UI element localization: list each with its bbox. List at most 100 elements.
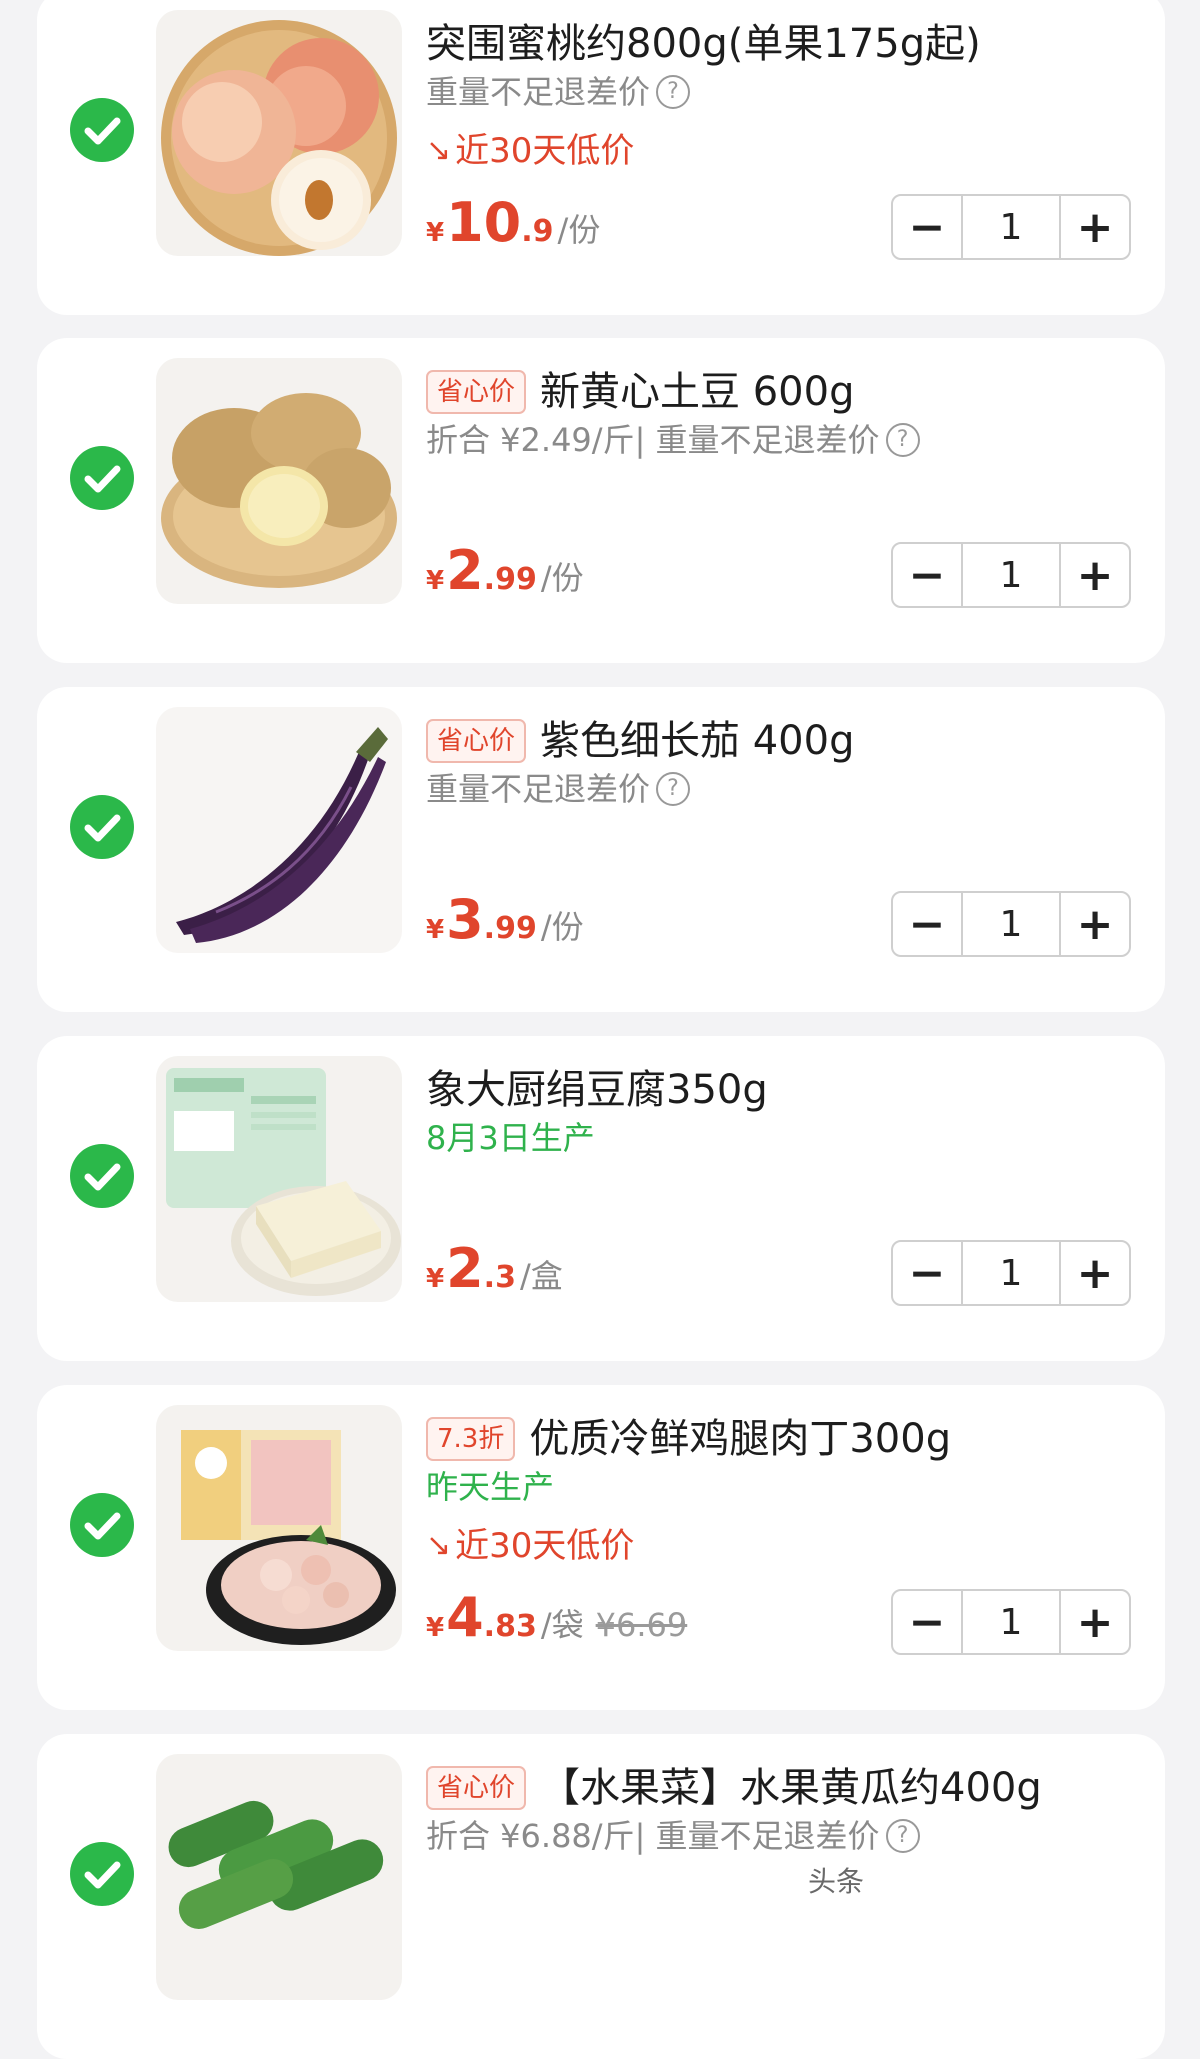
item-title[interactable]: 新黄心土豆 600g: [540, 368, 854, 416]
production-date: 8月3日生产: [426, 1118, 595, 1158]
price-unit: /份: [540, 559, 584, 597]
low-price-badge: ↘ 近30天低价: [426, 130, 634, 172]
item-price: ¥ 3 .99 /份: [426, 892, 584, 948]
cart-item: 省心价 新黄心土豆 600g 折合 ¥2.49/斤| 重量不足退差价 ? ¥ 2…: [37, 338, 1165, 663]
production-date-text: 昨天生产: [426, 1468, 555, 1506]
help-icon[interactable]: ?: [656, 75, 691, 109]
price-currency: ¥: [426, 915, 445, 945]
decrease-button[interactable]: −: [893, 893, 961, 955]
item-title[interactable]: 突围蜜桃约800g(单果175g起): [426, 20, 981, 68]
production-date: 昨天生产: [426, 1467, 554, 1507]
increase-button[interactable]: +: [1061, 544, 1129, 606]
item-subtitle: 折合 ¥2.49/斤| 重量不足退差价 ?: [426, 420, 920, 460]
item-title-row: 突围蜜桃约800g(单果175g起): [426, 20, 1145, 68]
cart-item: 象大厨绢豆腐350g 8月3日生产 ¥ 2 .3 /盒 − 1 +: [37, 1036, 1165, 1361]
low-price-text: 近30天低价: [455, 131, 635, 171]
trend-down-icon: ↘: [426, 133, 452, 168]
price-integer: 10: [446, 191, 522, 254]
price-integer: 3: [446, 888, 484, 951]
quantity-input[interactable]: 1: [961, 1591, 1061, 1653]
price-tag-badge: 省心价: [426, 719, 527, 763]
watermark: 头条: [808, 1865, 865, 1898]
checkbox-checked-icon[interactable]: [70, 795, 134, 859]
checkbox-checked-icon[interactable]: [70, 1842, 134, 1906]
peach-image[interactable]: [156, 10, 402, 256]
item-price: ¥ 2 .3 /盒: [426, 1241, 563, 1297]
cart-item: 7.3折 优质冷鲜鸡腿肉丁300g 昨天生产 ↘ 近30天低价 ¥ 4 .83 …: [37, 1385, 1165, 1710]
quantity-stepper: − 1 +: [891, 891, 1131, 957]
item-title-row: 省心价 新黄心土豆 600g: [426, 368, 1145, 416]
help-icon[interactable]: ?: [885, 1819, 920, 1853]
trend-down-icon: ↘: [426, 1528, 452, 1563]
cucumber-image[interactable]: [156, 1754, 402, 2000]
tofu-image[interactable]: [156, 1056, 402, 1302]
discount-badge: 7.3折: [426, 1417, 516, 1461]
price-decimal: .3: [483, 1260, 516, 1295]
price-currency: ¥: [426, 218, 445, 248]
chicken-image[interactable]: [156, 1405, 402, 1651]
item-price: ¥ 10 .9 /份: [426, 195, 600, 251]
cart-item: 突围蜜桃约800g(单果175g起) 重量不足退差价 ? ↘ 近30天低价 ¥ …: [37, 0, 1165, 315]
item-price: ¥ 2 .99 /份: [426, 543, 584, 599]
quantity-input[interactable]: 1: [961, 1242, 1061, 1304]
item-title-row: 省心价 【水果菜】水果黄瓜约400g: [426, 1764, 1145, 1812]
cart-list: 突围蜜桃约800g(单果175g起) 重量不足退差价 ? ↘ 近30天低价 ¥ …: [0, 0, 1200, 2059]
item-title-row: 省心价 紫色细长茄 400g: [426, 717, 1145, 765]
item-title-row: 7.3折 优质冷鲜鸡腿肉丁300g: [426, 1415, 1145, 1463]
original-price: ¥6.69: [595, 1606, 688, 1644]
price-decimal: .99: [483, 911, 537, 946]
quantity-stepper: − 1 +: [891, 194, 1131, 260]
item-subtitle-text: 折合 ¥2.49/斤| 重量不足退差价: [426, 421, 880, 459]
quantity-stepper: − 1 +: [891, 1240, 1131, 1306]
quantity-input[interactable]: 1: [961, 196, 1061, 258]
price-decimal: .99: [483, 562, 537, 597]
item-subtitle: 重量不足退差价 ?: [426, 72, 691, 112]
increase-button[interactable]: +: [1061, 1242, 1129, 1304]
checkbox-checked-icon[interactable]: [70, 1493, 134, 1557]
price-decimal: .9: [521, 214, 554, 249]
checkbox-checked-icon[interactable]: [70, 1144, 134, 1208]
price-currency: ¥: [426, 1613, 445, 1643]
quantity-stepper: − 1 +: [891, 542, 1131, 608]
item-subtitle: 重量不足退差价 ?: [426, 769, 691, 809]
cart-item: 省心价 【水果菜】水果黄瓜约400g 折合 ¥6.88/斤| 重量不足退差价 ?: [37, 1734, 1165, 2059]
decrease-button[interactable]: −: [893, 544, 961, 606]
item-price: ¥ 4 .83 /袋 ¥6.69: [426, 1590, 687, 1646]
eggplant-image[interactable]: [156, 707, 402, 953]
item-title[interactable]: 【水果菜】水果黄瓜约400g: [540, 1764, 1042, 1812]
decrease-button[interactable]: −: [893, 1242, 961, 1304]
price-decimal: .83: [483, 1609, 537, 1644]
quantity-input[interactable]: 1: [961, 544, 1061, 606]
decrease-button[interactable]: −: [893, 1591, 961, 1653]
low-price-text: 近30天低价: [455, 1526, 635, 1566]
item-title[interactable]: 紫色细长茄 400g: [540, 717, 854, 765]
price-currency: ¥: [426, 566, 445, 596]
price-unit: /份: [557, 211, 601, 249]
price-integer: 4: [446, 1586, 484, 1649]
item-subtitle: 折合 ¥6.88/斤| 重量不足退差价 ?: [426, 1816, 920, 1856]
price-unit: /袋: [540, 1606, 584, 1644]
checkbox-checked-icon[interactable]: [70, 98, 134, 162]
price-unit: /份: [540, 908, 584, 946]
help-icon[interactable]: ?: [885, 423, 920, 457]
increase-button[interactable]: +: [1061, 1591, 1129, 1653]
increase-button[interactable]: +: [1061, 196, 1129, 258]
increase-button[interactable]: +: [1061, 893, 1129, 955]
checkbox-checked-icon[interactable]: [70, 446, 134, 510]
potato-image[interactable]: [156, 358, 402, 604]
price-currency: ¥: [426, 1264, 445, 1294]
item-subtitle-text: 重量不足退差价: [426, 73, 651, 111]
item-title[interactable]: 象大厨绢豆腐350g: [426, 1066, 768, 1114]
help-icon[interactable]: ?: [656, 772, 691, 806]
price-integer: 2: [446, 1237, 484, 1300]
price-tag-badge: 省心价: [426, 370, 527, 414]
item-title[interactable]: 优质冷鲜鸡腿肉丁300g: [529, 1415, 951, 1463]
production-date-text: 8月3日生产: [426, 1119, 595, 1157]
price-tag-badge: 省心价: [426, 1766, 527, 1810]
price-unit: /盒: [519, 1257, 563, 1295]
cart-item: 省心价 紫色细长茄 400g 重量不足退差价 ? ¥ 3 .99 /份 − 1 …: [37, 687, 1165, 1012]
item-subtitle-text: 折合 ¥6.88/斤| 重量不足退差价: [426, 1817, 880, 1855]
quantity-input[interactable]: 1: [961, 893, 1061, 955]
decrease-button[interactable]: −: [893, 196, 961, 258]
price-integer: 2: [446, 539, 484, 602]
